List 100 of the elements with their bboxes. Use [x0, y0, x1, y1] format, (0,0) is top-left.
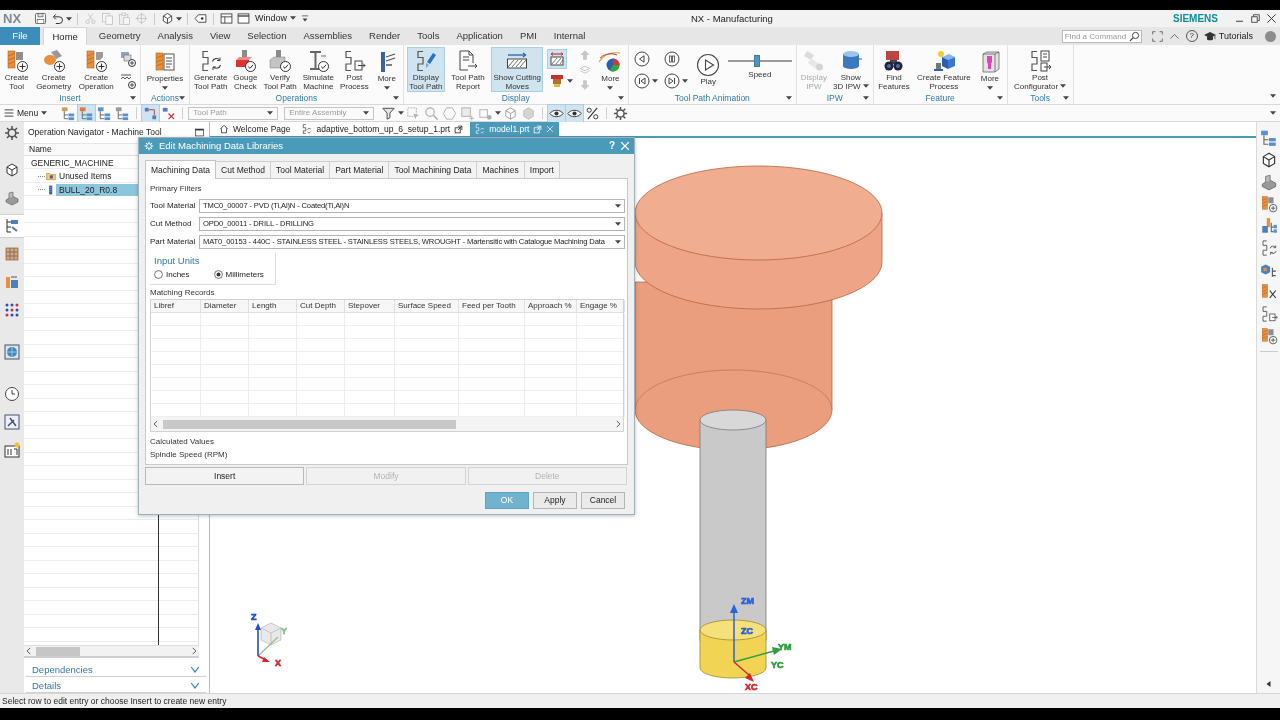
method-plus-icon[interactable]	[119, 50, 138, 68]
caret-icon[interactable]	[785, 96, 792, 100]
tool-plus-icon[interactable]	[1259, 327, 1278, 345]
caret-icon[interactable]	[176, 16, 183, 21]
caret-icon[interactable]	[996, 96, 1003, 100]
ribbon-button[interactable]: Create Operation	[76, 47, 116, 92]
ribbon-button[interactable]: Post Process	[337, 47, 371, 92]
dialog-tab[interactable]: Tool Machining Data	[388, 161, 478, 178]
tutorials-button[interactable]: Tutorials	[1203, 30, 1253, 42]
tool-cross-icon[interactable]	[1259, 283, 1278, 301]
undo-icon[interactable]	[50, 11, 66, 26]
menu-tab[interactable]: File	[0, 27, 40, 45]
tree-view-icon[interactable]	[78, 104, 96, 122]
scroll-right-icon[interactable]	[613, 419, 623, 429]
tree-view-icon[interactable]	[0, 215, 24, 237]
ribbon-button[interactable]: More	[975, 47, 1004, 92]
ribbon-button[interactable]: Find Features	[876, 47, 912, 92]
dialog-tab[interactable]: Machining Data	[145, 160, 217, 179]
caret-icon[interactable]	[682, 79, 689, 83]
tool-tree-icon[interactable]	[1259, 217, 1278, 235]
ribbon-button[interactable]: Generate Tool Path	[192, 47, 230, 92]
menu-tab[interactable]: Geometry	[90, 27, 150, 45]
caret-icon[interactable]	[617, 96, 624, 100]
caret-icon[interactable]	[66, 16, 73, 21]
scroll-left-icon[interactable]	[151, 419, 161, 429]
tool-plus-icon[interactable]	[1259, 195, 1278, 213]
eye-icon[interactable]	[566, 104, 584, 122]
caret-icon[interactable]	[651, 79, 658, 83]
ribbon-button[interactable]: Gouge Check	[231, 47, 260, 92]
caret-icon[interactable]	[398, 111, 405, 115]
close-icon[interactable]	[1266, 13, 1277, 24]
scroll-right-icon[interactable]	[189, 646, 199, 656]
section-header[interactable]: Details	[26, 679, 206, 693]
ribbon-button[interactable]: Play	[694, 47, 723, 92]
menu-button[interactable]: Menu	[4, 107, 52, 119]
ribbon-button[interactable]: Tool Path Report	[449, 47, 487, 92]
menu-tab[interactable]: Analysis	[149, 27, 202, 45]
menu-tab[interactable]: Tools	[408, 27, 448, 45]
caret-icon[interactable]	[130, 96, 136, 100]
hatch-icon[interactable]	[547, 50, 566, 68]
scrollbar-thumb[interactable]	[36, 646, 80, 656]
rewind-icon[interactable]	[632, 50, 651, 68]
ribbon-button[interactable]: Post Configurator	[1012, 47, 1069, 92]
caret-icon[interactable]	[1270, 94, 1276, 98]
slider-thumb[interactable]	[754, 55, 760, 67]
caret-icon[interactable]	[392, 96, 399, 100]
settings-icon[interactable]	[612, 104, 630, 122]
radio-option[interactable]: Millimeters	[213, 270, 264, 280]
step-forward-icon[interactable]	[663, 72, 682, 90]
path-export-icon[interactable]	[1259, 305, 1278, 323]
cube-tree-icon[interactable]	[1259, 261, 1278, 279]
caret-icon[interactable]	[179, 96, 185, 100]
node-link-icon[interactable]	[142, 104, 160, 122]
caret-icon[interactable]	[1270, 111, 1276, 116]
tag-icon[interactable]	[193, 11, 209, 26]
ribbon-button[interactable]: Simulate Machine	[300, 47, 336, 92]
menu-tab[interactable]: View	[201, 27, 239, 45]
radio-option[interactable]: Inches	[154, 270, 190, 280]
window-menu[interactable]: Window	[253, 13, 299, 24]
ribbon-button[interactable]: More	[372, 47, 401, 92]
maximize-icon[interactable]	[194, 127, 205, 138]
zigzag-plus-icon[interactable]	[119, 72, 138, 90]
dialog-button[interactable]: Cancel	[581, 492, 625, 509]
menu-tab[interactable]: Application	[447, 27, 512, 45]
ribbon-button[interactable]: Show Cutting Moves	[491, 47, 544, 92]
caret-icon[interactable]	[862, 96, 869, 100]
caret-icon[interactable]	[1062, 96, 1069, 100]
section-header[interactable]: Dependencies	[26, 663, 206, 677]
layout-icon[interactable]	[219, 11, 235, 26]
ribbon-button[interactable]: Create Feature Process	[914, 47, 973, 92]
menu-tab[interactable]: Render	[360, 27, 409, 45]
pause-icon[interactable]	[663, 50, 682, 68]
scroll-left-icon[interactable]	[24, 646, 34, 656]
dialog-tab[interactable]: Import	[523, 161, 560, 178]
dialog-button[interactable]: Apply	[533, 492, 577, 509]
document-tab[interactable]: adaptive_bottom_up_6_setup_1.prt	[297, 122, 469, 136]
ribbon-button[interactable]: Show 3D IPW	[831, 47, 871, 92]
ribbon-button[interactable]: Display Tool Path	[407, 47, 445, 92]
window-icon[interactable]	[236, 11, 252, 26]
bracket-shape-icon[interactable]	[1259, 173, 1278, 191]
menu-tab[interactable]: Selection	[238, 27, 295, 45]
step-back-icon[interactable]	[632, 72, 651, 90]
eye-icon[interactable]	[548, 104, 566, 122]
caret-icon[interactable]	[566, 79, 573, 83]
command-search-field[interactable]: Find a Command	[1061, 29, 1142, 43]
customize-icon[interactable]	[300, 13, 311, 24]
expand-left-icon[interactable]	[1266, 680, 1271, 687]
document-tab[interactable]: Welcome Page	[214, 122, 296, 136]
menu-tab[interactable]: Home	[43, 27, 88, 45]
ribbon-button[interactable]: Properties	[144, 47, 186, 92]
action-button[interactable]: Insert	[145, 467, 305, 485]
save-icon[interactable]	[33, 11, 49, 26]
popout-icon[interactable]	[454, 124, 464, 134]
path-refresh-icon[interactable]	[1259, 239, 1278, 257]
search-icon[interactable]	[1128, 30, 1140, 42]
fullscreen-icon[interactable]	[1151, 30, 1163, 42]
ribbon-button[interactable]: Create Geometry	[34, 47, 74, 92]
menu-tab[interactable]: PMI	[511, 27, 546, 45]
tree-item[interactable]: GENERIC_MACHINE	[28, 156, 117, 169]
account-icon[interactable]	[1265, 30, 1276, 42]
